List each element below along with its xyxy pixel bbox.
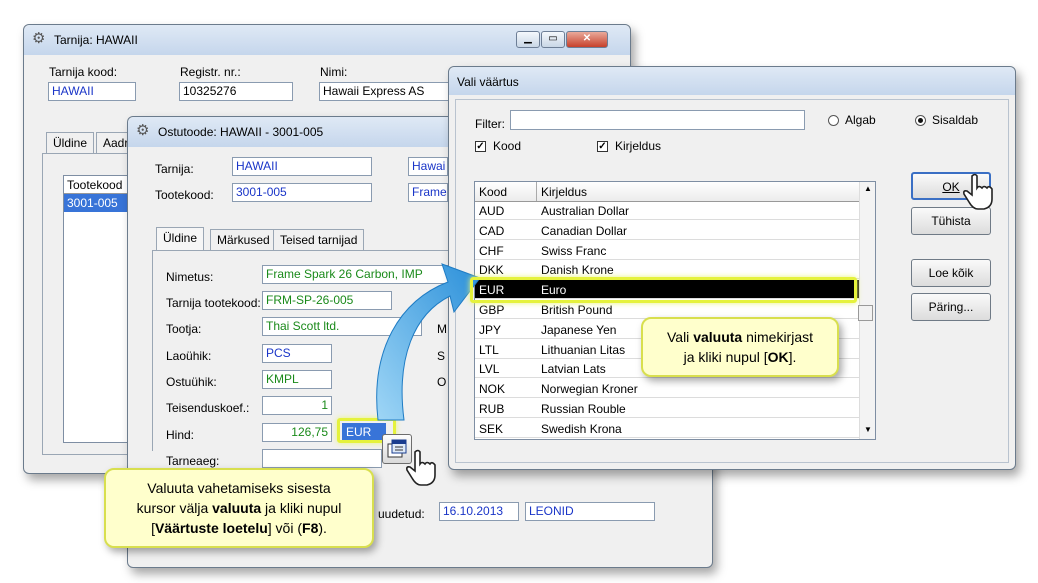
list-item-description: Lithuanian Litas: [541, 342, 626, 357]
filter-input[interactable]: [510, 110, 805, 130]
regno-label: Registr. nr.:: [180, 65, 241, 79]
flow-arrow-icon: [376, 263, 481, 421]
regno-field[interactable]: 10325276: [179, 82, 293, 101]
picker-titlebar[interactable]: Vali väärtus: [449, 67, 1015, 95]
load-all-button[interactable]: Loe kõik: [911, 259, 991, 287]
list-row-selected[interactable]: 3001-005: [64, 194, 132, 212]
list-item-description: Norwegian Kroner: [541, 382, 638, 397]
checkbox-description-label: Kirjeldus: [615, 139, 662, 153]
supplier-product-code-label: Tarnija tootekood:: [166, 296, 261, 310]
changed-user-field[interactable]: LEONID: [525, 502, 655, 521]
list-item-description: Swedish Krona: [541, 421, 622, 436]
changed-date-field[interactable]: 16.10.2013: [439, 502, 519, 521]
query-button-label: Päring...: [928, 300, 974, 314]
manufacturer-label: Tootja:: [166, 322, 202, 336]
list-item-description: Latvian Lats: [541, 362, 606, 377]
callout-left-line1: Valuuta vahetamiseks sisesta: [147, 480, 331, 496]
product-window-title: Ostutoode: HAWAII - 3001-005: [158, 125, 324, 139]
purchase-unit-field[interactable]: KMPL: [262, 370, 332, 389]
radio-starts-with-label: Algab: [845, 113, 876, 127]
conversion-field[interactable]: 1: [262, 396, 332, 415]
ok-button-label: OK: [942, 180, 960, 194]
lead-time-label: Tarneaeg:: [166, 454, 220, 468]
tab-notes[interactable]: Märkused: [210, 229, 277, 251]
product-name-field[interactable]: Frame: [408, 183, 448, 202]
list-item-description: Japanese Yen: [541, 322, 617, 337]
supplier-code-label: Tarnija kood:: [49, 65, 118, 79]
list-item-code: AUD: [479, 204, 505, 218]
close-button[interactable]: ✕: [566, 31, 608, 48]
supplier-field[interactable]: HAWAII: [232, 157, 372, 176]
lead-time-field[interactable]: [262, 449, 382, 468]
supplier-titlebar[interactable]: ⚙ Tarnija: HAWAII ▁ ▭ ✕: [24, 25, 630, 55]
conversion-label: Teisenduskoef.:: [166, 401, 250, 415]
app-gear-icon: ⚙: [32, 30, 46, 47]
supplier-code-field[interactable]: HAWAII: [48, 82, 136, 101]
product-code-field[interactable]: 3001-005: [232, 183, 372, 202]
supplier-name-field[interactable]: Hawaii Express AS: [319, 82, 449, 101]
value-picker-window: Vali väärtus Filter: Algab Sisaldab ✓ Ko…: [448, 66, 1016, 470]
price-label: Hind:: [166, 428, 195, 442]
tab-general[interactable]: Üldine: [156, 227, 205, 251]
callout-right-line2: ja kliki nupul [OK].: [683, 349, 797, 365]
callout-left-line2: kursor välja valuuta ja kliki nupul: [136, 500, 342, 516]
app-gear-icon: ⚙: [136, 122, 150, 139]
minimize-button[interactable]: ▁: [516, 31, 540, 48]
checkbox-code-label: Kood: [493, 139, 522, 153]
radio-starts-with[interactable]: [828, 115, 839, 126]
stock-unit-field[interactable]: PCS: [262, 344, 332, 363]
list-item[interactable]: AUD Australian Dollar: [475, 201, 859, 220]
list-header-product-code[interactable]: Tootekood: [64, 176, 132, 194]
query-button[interactable]: Päring...: [911, 293, 991, 321]
hand-cursor-icon: [963, 173, 993, 210]
list-item-description: Canadian Dollar: [541, 223, 628, 238]
col-header-description[interactable]: Kirjeldus: [541, 185, 587, 199]
list-item[interactable]: NOK Norwegian Kroner: [475, 379, 859, 399]
supplier-label: Tarnija:: [155, 162, 194, 176]
product-code-list[interactable]: Tootekood 3001-005: [63, 175, 133, 443]
supplier-name-label: Nimi:: [320, 65, 348, 79]
supplier-window-title: Tarnija: HAWAII: [54, 33, 138, 47]
changed-label: uudetud:: [378, 507, 425, 521]
list-item-description: Russian Rouble: [541, 402, 626, 416]
list-item-description: Danish Krone: [541, 263, 614, 278]
list-header: Kood Kirjeldus: [475, 182, 859, 202]
checkbox-code[interactable]: ✓: [475, 141, 486, 152]
col-divider[interactable]: [536, 182, 537, 201]
scroll-down-icon[interactable]: ▼: [864, 425, 872, 434]
list-item-description: British Pound: [541, 303, 613, 317]
product-code-label: Tootekood:: [155, 188, 214, 202]
list-item-description: Australian Dollar: [541, 204, 630, 218]
currency-list[interactable]: Kood Kirjeldus AUD Australian Dollar CAD Ca…: [474, 181, 876, 440]
price-field[interactable]: 126,75: [262, 423, 332, 442]
radio-contains-label: Sisaldab: [932, 113, 979, 127]
radio-contains[interactable]: [915, 115, 926, 126]
callout-right: Vali valuuta nimekirjast ja kliki nupul …: [641, 317, 839, 377]
list-item[interactable]: CHF Swiss Franc: [475, 241, 859, 260]
callout-left-line3: [Väärtuste loetelu] või (F8).: [151, 520, 327, 536]
list-item[interactable]: SEK Swedish Krona: [475, 419, 859, 438]
callout-right-line1: Vali valuuta nimekirjast: [666, 329, 813, 345]
callout-left: Valuuta vahetamiseks sisesta kursor välj…: [104, 468, 374, 548]
stock-unit-label: Laoühik:: [166, 349, 212, 363]
filter-label: Filter:: [475, 117, 505, 131]
selected-row-highlight: [470, 277, 857, 303]
picker-window-title: Vali väärtus: [457, 75, 519, 89]
outer-scroll-thumb[interactable]: [858, 305, 873, 321]
list-item[interactable]: RUB Russian Rouble: [475, 399, 859, 418]
list-item[interactable]: CAD Canadian Dollar: [475, 221, 859, 240]
cancel-button-label: Tühista: [931, 214, 971, 228]
purchase-unit-label: Ostuühik:: [166, 375, 217, 389]
maximize-button[interactable]: ▭: [541, 31, 565, 48]
hand-cursor-icon: [406, 449, 436, 486]
col-header-code[interactable]: Kood: [479, 185, 507, 199]
load-all-button-label: Loe kõik: [928, 266, 974, 280]
list-item-description: Swiss Franc: [541, 243, 607, 258]
scroll-up-icon[interactable]: ▲: [864, 184, 872, 193]
name-label: Nimetus:: [166, 270, 214, 284]
checkbox-description[interactable]: ✓: [597, 141, 608, 152]
supplier-name-field[interactable]: Hawai: [408, 157, 448, 176]
tab-general[interactable]: Üldine: [46, 132, 95, 154]
